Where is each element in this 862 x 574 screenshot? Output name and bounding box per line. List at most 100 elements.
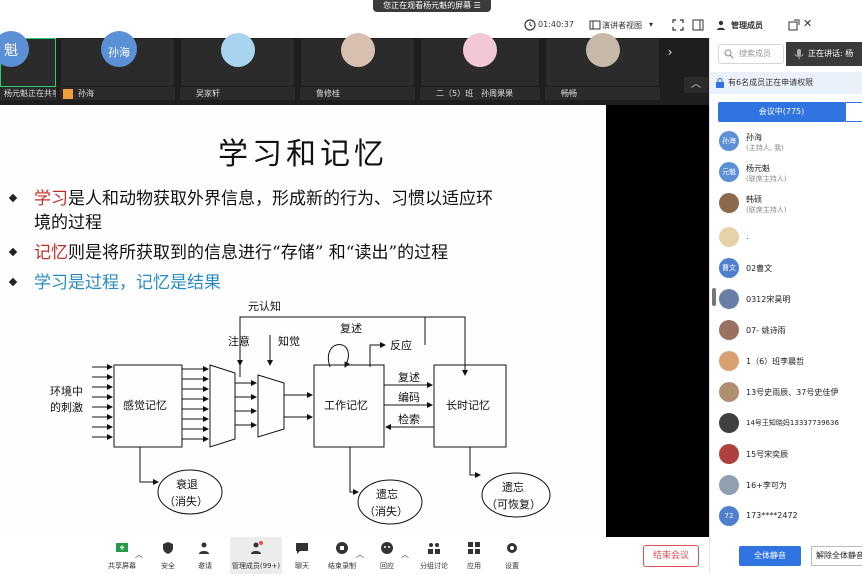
- label-forget: 遗忘: [376, 487, 398, 501]
- settings-button[interactable]: 设置: [492, 537, 532, 574]
- tab-other[interactable]: [845, 102, 862, 122]
- avatar: 曹文: [719, 258, 739, 278]
- avatar: [719, 351, 739, 371]
- list-item[interactable]: 0312宋昊明: [710, 284, 862, 314]
- label-retrieve: 检索: [398, 412, 420, 426]
- list-item[interactable]: 曹文 02曹文: [710, 253, 862, 283]
- breakout-icon: [428, 543, 440, 554]
- video-tile[interactable]: [545, 33, 660, 87]
- avatar: [719, 289, 739, 309]
- avatar: [719, 413, 739, 433]
- label-rehearse: 复述: [398, 370, 420, 384]
- tab-in-meeting[interactable]: 会议中(775): [718, 102, 845, 122]
- avatar: 元魁: [719, 162, 739, 182]
- end-meeting-button[interactable]: 结束会议: [643, 545, 699, 567]
- list-item[interactable]: 孙海 孙海 (主持人, 我): [710, 126, 862, 156]
- meeting-window: { "banner": { "text": "您正在观看杨元魁的屏幕" }, "…: [0, 0, 862, 574]
- tile-name: 二（5）班 孙周果果: [420, 87, 540, 100]
- tile-name: 鲁修桂: [300, 87, 415, 100]
- mute-all-button[interactable]: 全体静音: [739, 546, 801, 566]
- list-item[interactable]: 1（6）班李晨哲: [710, 346, 862, 376]
- view-layout-icon[interactable]: [589, 19, 601, 31]
- chevron-up-icon[interactable]: ︿: [135, 549, 143, 560]
- popout-icon[interactable]: [788, 19, 800, 31]
- label-decay: 衰退: [176, 477, 198, 491]
- avatar: [341, 33, 375, 67]
- window-layout-icon[interactable]: [692, 19, 704, 31]
- collapse-strip-button[interactable]: ︿: [684, 77, 708, 93]
- label-perception: 知觉: [278, 334, 300, 348]
- invite-button[interactable]: 邀请: [185, 537, 225, 574]
- shield-icon: [163, 542, 173, 554]
- record-icon: [336, 542, 348, 554]
- list-item[interactable]: 元魁 杨元魁 (联席主持人): [710, 157, 862, 187]
- avatar: 孙海: [719, 131, 739, 151]
- tile-name: 杨元魁正在共享: [0, 87, 56, 100]
- shared-slide: 学习和记忆 学习是人和动物获取外界信息，形成新的行为、习惯以适应环 境的过程 记…: [0, 105, 606, 537]
- manage-members-button[interactable]: 管理成员(99+): [230, 537, 282, 574]
- avatar: 孙海: [101, 31, 137, 67]
- unmute-all-button[interactable]: 解除全体静音: [811, 546, 862, 566]
- members-panel: 搜索成员 正在讲话: 杨 有6名成员正在申请权限 会议中(775) 孙海 孙海 …: [709, 38, 862, 574]
- label-forget-recoverable: 遗忘: [502, 480, 524, 494]
- lock-icon: [716, 78, 724, 88]
- label-decay-note: （消失）: [164, 494, 208, 508]
- label-metacognition: 元认知: [248, 299, 281, 313]
- label-stimulus-line1: 环境中: [50, 384, 83, 398]
- meeting-timer: 01:40:37: [538, 20, 574, 29]
- chevron-down-icon[interactable]: ▾: [649, 20, 653, 29]
- video-tile[interactable]: 孙海: [60, 31, 175, 87]
- label-long-term-memory: 长时记忆: [446, 399, 490, 412]
- list-item[interactable]: 14号王知晓妈13337739636: [710, 408, 862, 438]
- gear-icon: [507, 543, 517, 553]
- avatar: 魁: [0, 31, 29, 67]
- list-item[interactable]: 07- 姚诗雨: [710, 315, 862, 345]
- label-attention: 注意: [228, 334, 250, 348]
- label-forget-note: （消失）: [364, 504, 408, 518]
- chat-icon: [296, 543, 308, 554]
- label-reaction: 反应: [390, 338, 412, 352]
- list-item[interactable]: 16+李可为: [710, 470, 862, 500]
- label-rehearse-loop: 复述: [340, 321, 362, 335]
- members-icon: [717, 20, 725, 30]
- video-tile[interactable]: 魁: [0, 31, 56, 87]
- label-working-memory: 工作记忆: [324, 399, 368, 412]
- slide-letterbox: [606, 105, 709, 537]
- avatar: [719, 475, 739, 495]
- memory-model-diagram: 元认知 注意 知觉 复述 反应 环境中 的刺激 感觉记忆 工作记忆 复述 编码 …: [50, 299, 551, 525]
- fullscreen-icon[interactable]: [672, 19, 684, 31]
- avatar: [719, 320, 739, 340]
- screen-share-banner: 您正在观看杨元魁的屏幕 ☰: [373, 0, 491, 12]
- permission-request-banner[interactable]: 有6名成员正在申请权限: [710, 72, 862, 94]
- host-badge-icon: [63, 89, 73, 99]
- list-item[interactable]: 15号宋奕辰: [710, 439, 862, 469]
- close-icon[interactable]: ✕: [803, 17, 812, 30]
- video-tile[interactable]: [180, 33, 295, 87]
- avatar: 72: [719, 506, 739, 526]
- list-item[interactable]: 72 173****2472: [710, 501, 862, 531]
- search-icon: [724, 49, 734, 59]
- label-stimulus-line2: 的刺激: [50, 400, 83, 414]
- chevron-up-icon[interactable]: ︿: [356, 549, 364, 560]
- label-sensory-memory: 感觉记忆: [123, 399, 167, 412]
- avatar: [719, 193, 739, 213]
- video-tile[interactable]: [420, 33, 540, 87]
- avatar: [463, 33, 497, 67]
- panel-title: 管理成员: [731, 21, 763, 30]
- list-item[interactable]: .: [710, 222, 862, 252]
- list-item[interactable]: 13号史雨辰、37号史佳伊: [710, 377, 862, 407]
- scrollbar-handle[interactable]: [712, 288, 716, 306]
- add-user-icon: [199, 542, 209, 554]
- chevron-right-icon[interactable]: ›: [664, 42, 676, 62]
- view-mode-dropdown[interactable]: 演讲者视图: [602, 20, 642, 31]
- clock-icon: [524, 19, 536, 31]
- avatar: [719, 444, 739, 464]
- chevron-up-icon[interactable]: ︿: [401, 549, 409, 560]
- share-screen-icon: [116, 543, 128, 552]
- video-tile[interactable]: [300, 33, 415, 87]
- label-forget-recoverable-note: （可恢复）: [486, 497, 541, 511]
- apps-icon: [468, 542, 480, 554]
- list-item[interactable]: 韩硕 (联席主持人): [710, 188, 862, 218]
- tile-name: 畅畅: [545, 87, 660, 100]
- tile-name: 孙海: [60, 87, 175, 100]
